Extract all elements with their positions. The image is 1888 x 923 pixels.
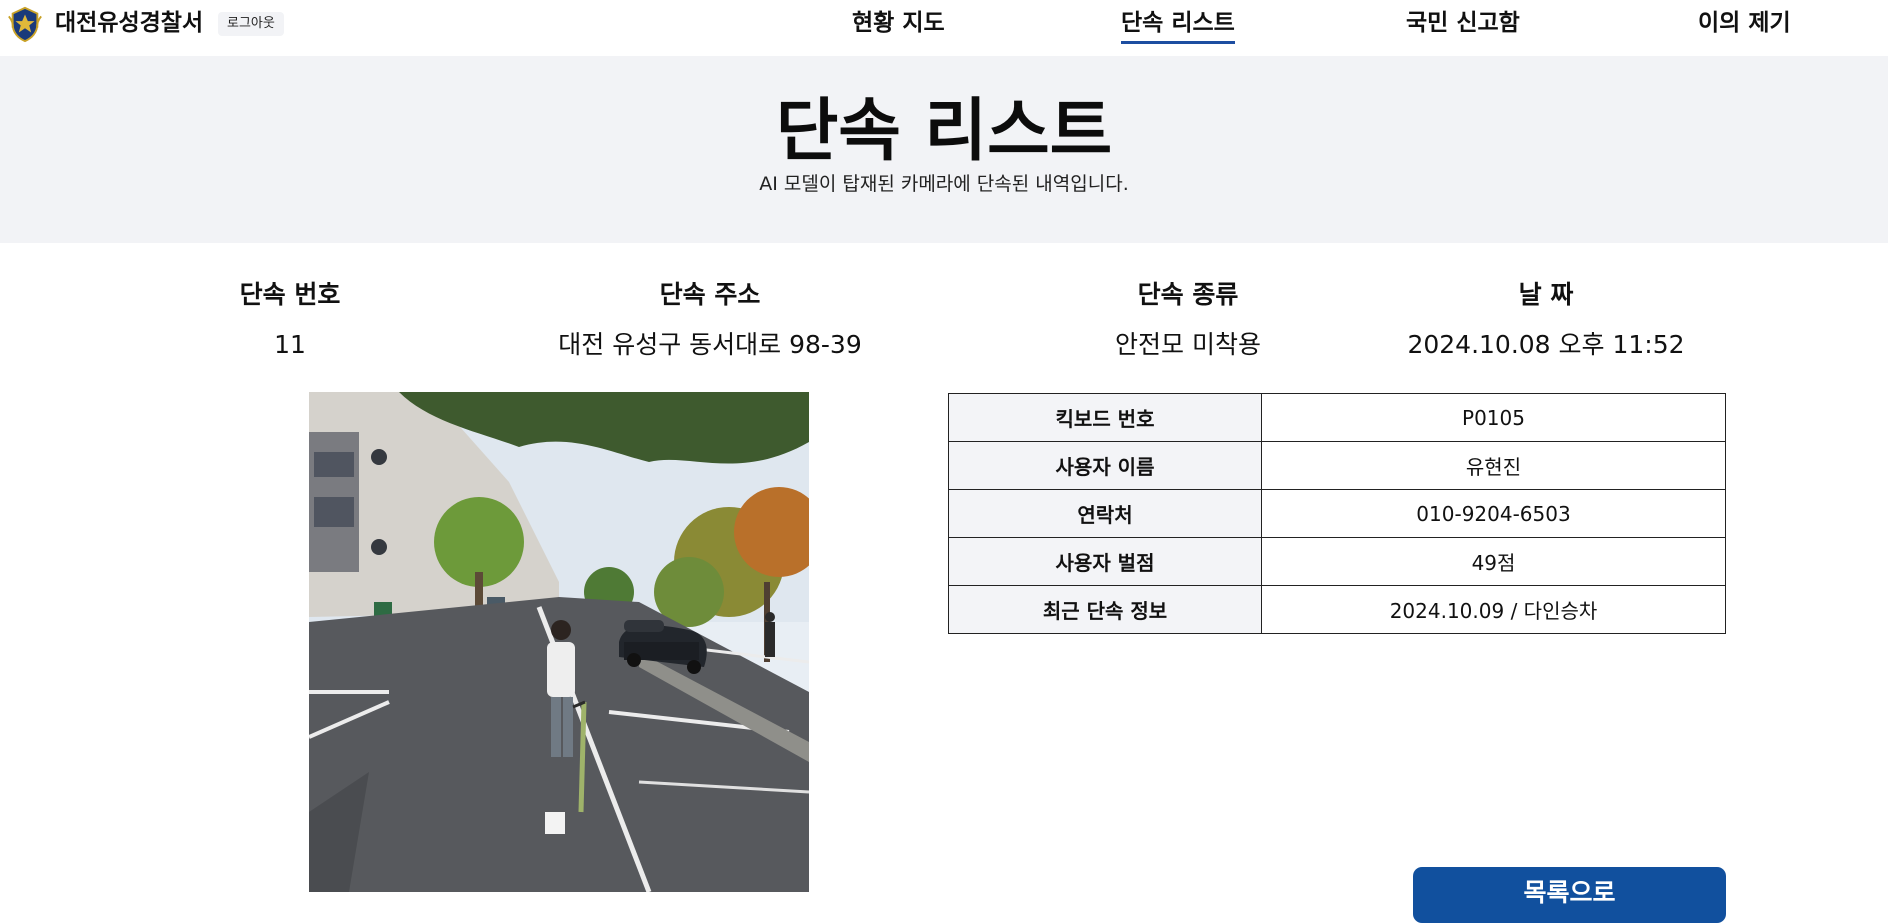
page-banner: 단속 리스트 AI 모델이 탑재된 카메라에 단속된 내역입니다. — [0, 56, 1888, 243]
table-row: 최근 단속 정보 2024.10.09 / 다인승차 — [948, 585, 1726, 634]
logout-button[interactable]: 로그아웃 — [218, 12, 284, 36]
label-scooter-number: 킥보드 번호 — [948, 393, 1262, 442]
header-enforcement-number: 단속 번호 — [239, 280, 341, 309]
nav-citizen-report-box[interactable]: 국민 신고함 — [1406, 8, 1520, 38]
nav-enforcement-list[interactable]: 단속 리스트 — [1121, 8, 1235, 44]
user-info-table: 킥보드 번호 P0105 사용자 이름 유현진 연락처 010-9204-650… — [948, 393, 1726, 634]
table-row: 사용자 벌점 49점 — [948, 537, 1726, 586]
value-penalty-points: 49점 — [1261, 537, 1726, 586]
value-date: 2024.10.08 오후 11:52 — [1407, 330, 1685, 359]
page-title: 단속 리스트 — [775, 92, 1113, 171]
table-row: 사용자 이름 유현진 — [948, 441, 1726, 490]
police-emblem-icon[interactable] — [6, 5, 44, 43]
value-scooter-number: P0105 — [1261, 393, 1726, 442]
table-row: 킥보드 번호 P0105 — [948, 393, 1726, 442]
brand-name[interactable]: 대전유성경찰서 — [55, 8, 203, 38]
value-enforcement-number: 11 — [274, 330, 306, 359]
table-row: 연락처 010-9204-6503 — [948, 489, 1726, 538]
page-subtitle: AI 모델이 탑재된 카메라에 단속된 내역입니다. — [759, 173, 1129, 195]
nav-status-map[interactable]: 현황 지도 — [852, 8, 945, 38]
label-contact: 연락처 — [948, 489, 1262, 538]
header-enforcement-type: 단속 종류 — [1137, 280, 1239, 309]
value-enforcement-type: 안전모 미착용 — [1115, 330, 1261, 359]
label-user-name: 사용자 이름 — [948, 441, 1262, 490]
value-contact: 010-9204-6503 — [1261, 489, 1726, 538]
back-to-list-button[interactable]: 목록으로 — [1413, 867, 1726, 923]
header-enforcement-address: 단속 주소 — [659, 280, 761, 309]
value-enforcement-address: 대전 유성구 동서대로 98-39 — [558, 330, 862, 359]
top-navigation-bar: 대전유성경찰서 로그아웃 현황 지도 단속 리스트 국민 신고함 이의 제기 — [0, 0, 1888, 56]
label-penalty-points: 사용자 벌점 — [948, 537, 1262, 586]
enforcement-photo — [309, 392, 809, 892]
header-date: 날 짜 — [1518, 280, 1574, 309]
label-recent-enforcement: 최근 단속 정보 — [948, 585, 1262, 634]
value-user-name: 유현진 — [1261, 441, 1726, 490]
value-recent-enforcement: 2024.10.09 / 다인승차 — [1261, 585, 1726, 634]
nav-objection[interactable]: 이의 제기 — [1698, 8, 1791, 38]
